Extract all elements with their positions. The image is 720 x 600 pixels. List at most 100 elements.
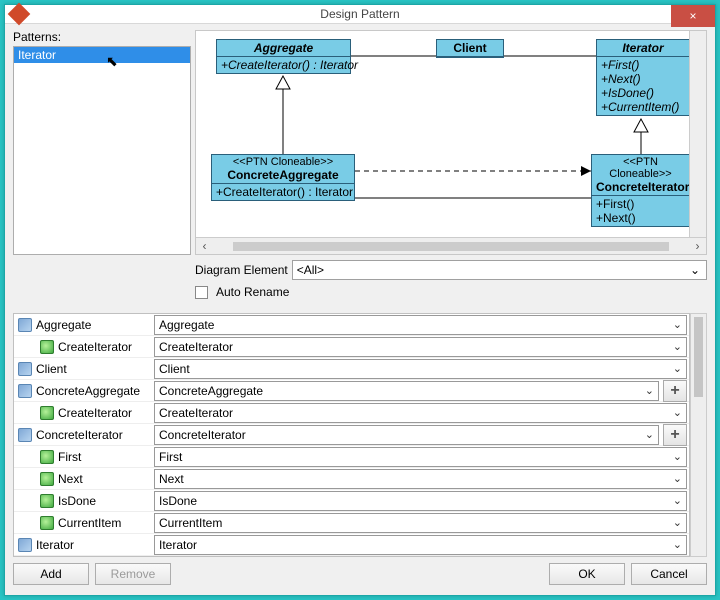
property-name-cell: ConcreteIterator <box>14 428 152 442</box>
remove-button[interactable]: Remove <box>95 563 171 585</box>
property-name-label: Client <box>36 362 67 376</box>
operation-icon <box>40 472 54 486</box>
chevron-down-icon: ⌄ <box>690 263 700 277</box>
property-value-text: ConcreteAggregate <box>159 384 263 398</box>
property-row[interactable]: CreateIteratorCreateIterator ⌄ <box>14 336 689 358</box>
titlebar[interactable]: Design Pattern × <box>5 5 715 24</box>
properties-area: AggregateAggregate⌄ CreateIterator CreateI… <box>13 313 707 557</box>
close-button[interactable]: × <box>671 5 715 27</box>
property-value-combo[interactable]: ConcreteIterator⌄ <box>154 425 659 445</box>
chevron-down-icon: ⌄ <box>645 428 654 441</box>
property-row[interactable]: FirstFirst⌄ <box>14 446 689 468</box>
operation-icon <box>40 340 54 354</box>
properties-grid[interactable]: AggregateAggregate⌄ CreateIterator CreateI… <box>13 313 690 557</box>
properties-vscrollbar[interactable] <box>690 313 707 557</box>
property-value-cell: ConcreteIterator⌄+ <box>152 424 689 446</box>
vscroll-thumb[interactable] <box>694 317 703 397</box>
property-value-text: CreateIterator <box>159 340 233 354</box>
uml-concrete-aggregate[interactable]: <<PTN Cloneable>>ConcreteAggregate +Crea… <box>211 154 355 201</box>
property-value-combo[interactable]: Aggregate⌄ <box>154 315 687 335</box>
uml-iterator[interactable]: Iterator +First() +Next() +IsDone() +Cur… <box>596 39 689 116</box>
property-row[interactable]: Next Next ⌄ <box>14 468 689 490</box>
operation-icon <box>40 450 54 464</box>
property-value-combo[interactable]: CurrentItem ⌄ <box>154 513 687 533</box>
operation-icon <box>40 406 54 420</box>
property-row[interactable]: Iterator Iterator⌄ <box>14 534 689 556</box>
class-icon <box>18 384 32 398</box>
property-value-text: Next <box>159 472 184 486</box>
uml-iterator-op-isdone: +IsDone() <box>601 86 685 100</box>
property-row[interactable]: AggregateAggregate⌄ <box>14 314 689 336</box>
property-value-cell: CreateIterator ⌄ <box>152 337 689 357</box>
property-row[interactable]: CurrentItemCurrentItem ⌄ <box>14 512 689 534</box>
property-value-text: CurrentItem <box>159 516 222 530</box>
property-value-combo[interactable]: Client ⌄ <box>154 359 687 379</box>
uml-concreteiterator-op-first: +First() <box>596 197 685 211</box>
hscroll-thumb[interactable] <box>233 242 669 251</box>
property-row[interactable]: ConcreteIterator ConcreteIterator⌄+ <box>14 424 689 446</box>
property-value-combo[interactable]: Next ⌄ <box>154 469 687 489</box>
property-name-label: Iterator <box>36 538 74 552</box>
property-name-label: ConcreteIterator <box>36 428 123 442</box>
uml-iterator-name: Iterator <box>622 41 663 55</box>
chevron-down-icon: ⌄ <box>673 406 682 419</box>
chevron-down-icon: ⌄ <box>673 340 682 353</box>
uml-concreteiterator-name: ConcreteIterator <box>596 180 689 194</box>
ok-button[interactable]: OK <box>549 563 625 585</box>
property-value-cell: Iterator⌄ <box>152 535 689 555</box>
property-name-label: Next <box>58 472 83 486</box>
property-value-combo[interactable]: IsDone⌄ <box>154 491 687 511</box>
chevron-down-icon: ⌄ <box>673 472 682 485</box>
scroll-right-icon[interactable]: › <box>689 239 706 253</box>
chevron-down-icon: ⌄ <box>673 516 682 529</box>
class-icon <box>18 318 32 332</box>
dialog-title: Design Pattern <box>5 7 715 21</box>
uml-client[interactable]: Client <box>436 39 504 58</box>
class-icon <box>18 538 32 552</box>
property-name-cell: Aggregate <box>14 318 152 332</box>
property-value-cell: CurrentItem ⌄ <box>152 513 689 533</box>
operation-icon <box>40 516 54 530</box>
diagram-element-combo[interactable]: <All> ⌄ <box>292 260 707 280</box>
uml-concreteiterator-op-next: +Next() <box>596 211 685 225</box>
diagram-viewport: Aggregate +CreateIterator() : Iterator C… <box>196 31 706 237</box>
patterns-item-iterator[interactable]: Iterator <box>14 47 190 63</box>
patterns-list[interactable]: Iterator ⬉ <box>13 46 191 255</box>
close-icon: × <box>689 9 696 23</box>
property-value-cell: CreateIterator⌄ <box>152 403 689 423</box>
property-row[interactable]: IsDoneIsDone⌄ <box>14 490 689 512</box>
client-area: Patterns: Iterator ⬉ <box>5 24 715 595</box>
add-instance-button[interactable]: + <box>663 380 687 402</box>
class-icon <box>18 428 32 442</box>
property-value-combo[interactable]: ConcreteAggregate⌄ <box>154 381 659 401</box>
property-name-cell: CreateIterator <box>14 406 152 420</box>
property-row[interactable]: ConcreteAggregateConcreteAggregate⌄+ <box>14 380 689 402</box>
uml-concrete-iterator[interactable]: <<PTN Cloneable>>ConcreteIterator +First… <box>591 154 689 227</box>
upper-panel: Patterns: Iterator ⬉ <box>13 30 707 255</box>
property-row[interactable]: CreateIterator CreateIterator⌄ <box>14 402 689 424</box>
diagram-element-value: <All> <box>293 261 328 279</box>
diagram-canvas[interactable]: Aggregate +CreateIterator() : Iterator C… <box>196 31 689 237</box>
uml-concreteiterator-stereo: <<PTN Cloneable>> <box>596 156 685 180</box>
property-value-text: Client <box>159 362 190 376</box>
scroll-left-icon[interactable]: ‹ <box>196 239 213 253</box>
property-name-label: CreateIterator <box>58 406 132 420</box>
property-value-combo[interactable]: Iterator⌄ <box>154 535 687 555</box>
property-value-combo[interactable]: First⌄ <box>154 447 687 467</box>
auto-rename-checkbox[interactable] <box>195 286 208 299</box>
add-instance-button[interactable]: + <box>663 424 687 446</box>
patterns-label: Patterns: <box>13 30 191 46</box>
property-value-combo[interactable]: CreateIterator ⌄ <box>154 337 687 357</box>
property-row[interactable]: Client Client ⌄ <box>14 358 689 380</box>
add-button[interactable]: Add <box>13 563 89 585</box>
cancel-button[interactable]: Cancel <box>631 563 707 585</box>
diagram-vscrollbar[interactable] <box>689 31 706 237</box>
chevron-down-icon: ⌄ <box>673 362 682 375</box>
diagram-hscrollbar[interactable]: ‹ › <box>196 237 706 254</box>
diagram-element-label: Diagram Element <box>195 263 288 277</box>
uml-aggregate[interactable]: Aggregate +CreateIterator() : Iterator <box>216 39 351 74</box>
property-value-combo[interactable]: CreateIterator⌄ <box>154 403 687 423</box>
chevron-down-icon: ⌄ <box>673 450 682 463</box>
property-name-cell: Next <box>14 472 152 486</box>
uml-aggregate-op: +CreateIterator() : Iterator <box>221 58 346 72</box>
